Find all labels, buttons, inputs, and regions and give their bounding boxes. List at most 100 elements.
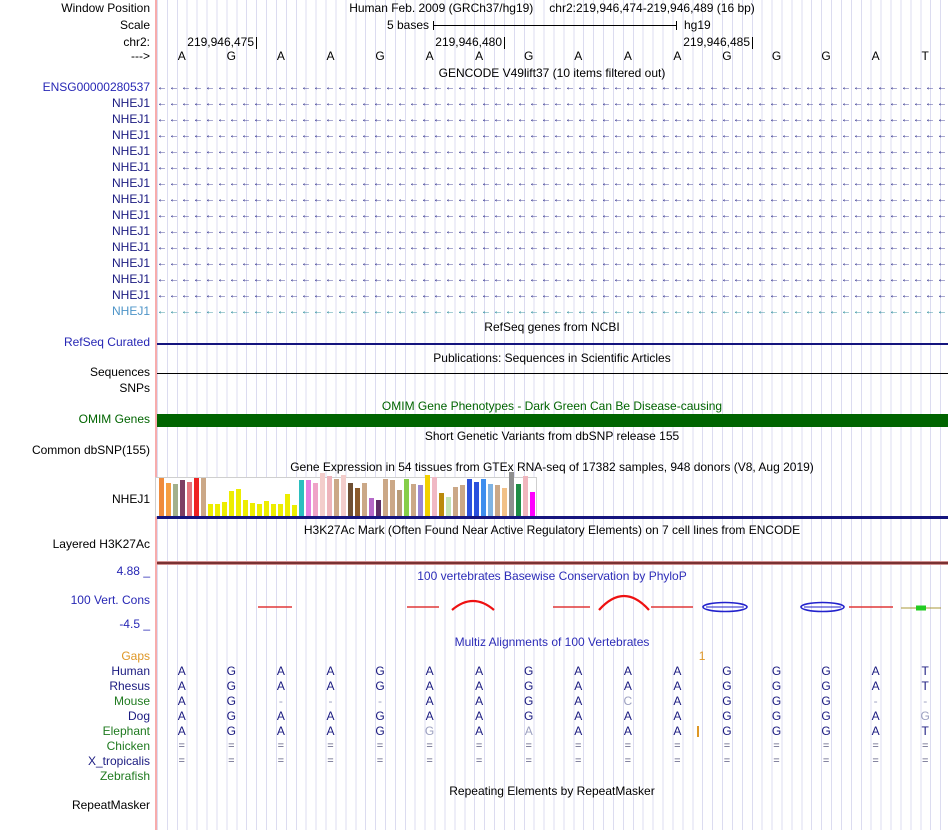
- gene-row-label[interactable]: NHEJ1: [0, 97, 150, 110]
- gtex-bar[interactable]: [298, 480, 304, 516]
- gene-row-label[interactable]: NHEJ1: [0, 225, 150, 238]
- gtex-bar[interactable]: [158, 478, 164, 516]
- gtex-bar[interactable]: [473, 482, 479, 516]
- gtex-bar[interactable]: [438, 493, 444, 516]
- sequences-line[interactable]: [157, 373, 948, 374]
- gtex-bar[interactable]: [242, 500, 248, 516]
- gtex-bar[interactable]: [291, 505, 297, 516]
- gene-row-label[interactable]: NHEJ1: [0, 305, 150, 318]
- gene-transcript-arrow-line[interactable]: ←←←←←←←←←←←←←←←←←←←←←←←←←←←←←←←←←←←←←←←←…: [157, 305, 948, 319]
- gtex-bar[interactable]: [193, 478, 199, 516]
- gtex-bar[interactable]: [326, 476, 332, 516]
- layered-h3k27ac-label[interactable]: Layered H3K27Ac: [0, 538, 150, 551]
- gene-transcript-arrow-line[interactable]: ←←←←←←←←←←←←←←←←←←←←←←←←←←←←←←←←←←←←←←←←…: [157, 145, 948, 159]
- gene-transcript-arrow-line[interactable]: ←←←←←←←←←←←←←←←←←←←←←←←←←←←←←←←←←←←←←←←←…: [157, 193, 948, 207]
- gene-transcript-arrow-line[interactable]: ←←←←←←←←←←←←←←←←←←←←←←←←←←←←←←←←←←←←←←←←…: [157, 225, 948, 239]
- gene-transcript-arrow-line[interactable]: ←←←←←←←←←←←←←←←←←←←←←←←←←←←←←←←←←←←←←←←←…: [157, 97, 948, 111]
- gtex-bar[interactable]: [522, 476, 528, 516]
- gtex-bar[interactable]: [256, 504, 262, 516]
- gtex-bar[interactable]: [389, 480, 395, 516]
- gtex-bar[interactable]: [515, 484, 521, 516]
- species-row-label[interactable]: Chicken: [0, 740, 150, 753]
- gtex-bar[interactable]: [312, 483, 318, 516]
- refseq-curated-line[interactable]: [157, 343, 948, 345]
- gene-row-label[interactable]: NHEJ1: [0, 209, 150, 222]
- gtex-bar[interactable]: [445, 497, 451, 516]
- gene-transcript-arrow-line[interactable]: ←←←←←←←←←←←←←←←←←←←←←←←←←←←←←←←←←←←←←←←←…: [157, 241, 948, 255]
- gene-transcript-arrow-line[interactable]: ←←←←←←←←←←←←←←←←←←←←←←←←←←←←←←←←←←←←←←←←…: [157, 129, 948, 143]
- omim-genes-label[interactable]: OMIM Genes: [0, 413, 150, 426]
- gtex-bar[interactable]: [529, 492, 535, 516]
- species-row-label[interactable]: Dog: [0, 710, 150, 723]
- snps-label[interactable]: SNPs: [0, 382, 150, 395]
- gtex-bar[interactable]: [305, 480, 311, 516]
- phylop-wiggle-plot[interactable]: [157, 590, 950, 626]
- gtex-bar[interactable]: [417, 485, 423, 516]
- species-row-label[interactable]: X_tropicalis: [0, 755, 150, 768]
- gene-transcript-arrow-line[interactable]: ←←←←←←←←←←←←←←←←←←←←←←←←←←←←←←←←←←←←←←←←…: [157, 209, 948, 223]
- omim-gene-bar[interactable]: [157, 414, 948, 427]
- common-dbsnp-label[interactable]: Common dbSNP(155): [0, 444, 150, 457]
- phylop-track-label[interactable]: 100 Vert. Cons: [0, 594, 150, 607]
- species-row-label[interactable]: Gaps: [0, 650, 150, 663]
- gtex-bar[interactable]: [235, 489, 241, 516]
- gene-transcript-arrow-line[interactable]: ←←←←←←←←←←←←←←←←←←←←←←←←←←←←←←←←←←←←←←←←…: [157, 161, 948, 175]
- gtex-gene-label[interactable]: NHEJ1: [0, 493, 150, 506]
- gtex-bar[interactable]: [361, 483, 367, 516]
- gtex-bar[interactable]: [452, 487, 458, 516]
- gene-row-label[interactable]: NHEJ1: [0, 193, 150, 206]
- gtex-bar[interactable]: [494, 485, 500, 516]
- gene-row-label[interactable]: NHEJ1: [0, 113, 150, 126]
- species-row-label[interactable]: Mouse: [0, 695, 150, 708]
- gtex-bar[interactable]: [186, 482, 192, 516]
- gtex-bar[interactable]: [354, 488, 360, 516]
- gtex-bar[interactable]: [249, 503, 255, 516]
- gtex-bar[interactable]: [270, 504, 276, 516]
- gene-row-label[interactable]: NHEJ1: [0, 177, 150, 190]
- gene-transcript-arrow-line[interactable]: ←←←←←←←←←←←←←←←←←←←←←←←←←←←←←←←←←←←←←←←←…: [157, 81, 948, 95]
- h3k27ac-signal-band[interactable]: [157, 561, 948, 565]
- gene-row-label[interactable]: NHEJ1: [0, 289, 150, 302]
- gtex-bar[interactable]: [424, 475, 430, 516]
- gtex-bar[interactable]: [172, 484, 178, 516]
- species-row-label[interactable]: Rhesus: [0, 680, 150, 693]
- gtex-bar[interactable]: [200, 478, 206, 516]
- gtex-bar[interactable]: [382, 479, 388, 516]
- gtex-bar[interactable]: [207, 504, 213, 516]
- gene-row-label[interactable]: NHEJ1: [0, 145, 150, 158]
- gtex-bar[interactable]: [333, 479, 339, 516]
- gene-row-label[interactable]: NHEJ1: [0, 257, 150, 270]
- gtex-bar[interactable]: [277, 504, 283, 516]
- gene-transcript-arrow-line[interactable]: ←←←←←←←←←←←←←←←←←←←←←←←←←←←←←←←←←←←←←←←←…: [157, 289, 948, 303]
- gtex-bar[interactable]: [214, 504, 220, 516]
- species-row-label[interactable]: Zebrafish: [0, 770, 150, 783]
- gtex-bar[interactable]: [221, 502, 227, 516]
- gtex-bar[interactable]: [179, 480, 185, 516]
- gtex-bar[interactable]: [431, 477, 437, 516]
- gtex-bar[interactable]: [228, 491, 234, 516]
- gtex-bar[interactable]: [487, 484, 493, 516]
- gtex-bar[interactable]: [340, 475, 346, 516]
- gtex-bar[interactable]: [501, 488, 507, 516]
- gtex-bar[interactable]: [375, 500, 381, 516]
- gtex-bar[interactable]: [319, 473, 325, 516]
- repeatmasker-label[interactable]: RepeatMasker: [0, 799, 150, 812]
- gene-row-label[interactable]: NHEJ1: [0, 129, 150, 142]
- gene-transcript-arrow-line[interactable]: ←←←←←←←←←←←←←←←←←←←←←←←←←←←←←←←←←←←←←←←←…: [157, 257, 948, 271]
- gtex-bar[interactable]: [480, 479, 486, 516]
- gene-transcript-arrow-line[interactable]: ←←←←←←←←←←←←←←←←←←←←←←←←←←←←←←←←←←←←←←←←…: [157, 273, 948, 287]
- species-row-label[interactable]: Elephant: [0, 725, 150, 738]
- gene-row-label[interactable]: NHEJ1: [0, 241, 150, 254]
- species-row-label[interactable]: Human: [0, 665, 150, 678]
- gtex-bar[interactable]: [466, 479, 472, 516]
- gtex-bar[interactable]: [410, 484, 416, 516]
- gtex-bar[interactable]: [403, 479, 409, 516]
- gtex-bar[interactable]: [284, 494, 290, 516]
- gtex-bar[interactable]: [396, 490, 402, 516]
- gene-row-label[interactable]: NHEJ1: [0, 161, 150, 174]
- gtex-bar[interactable]: [508, 472, 514, 516]
- gene-transcript-arrow-line[interactable]: ←←←←←←←←←←←←←←←←←←←←←←←←←←←←←←←←←←←←←←←←…: [157, 113, 948, 127]
- sequences-label[interactable]: Sequences: [0, 366, 150, 379]
- gtex-bar[interactable]: [165, 483, 171, 516]
- refseq-curated-label[interactable]: RefSeq Curated: [0, 336, 150, 349]
